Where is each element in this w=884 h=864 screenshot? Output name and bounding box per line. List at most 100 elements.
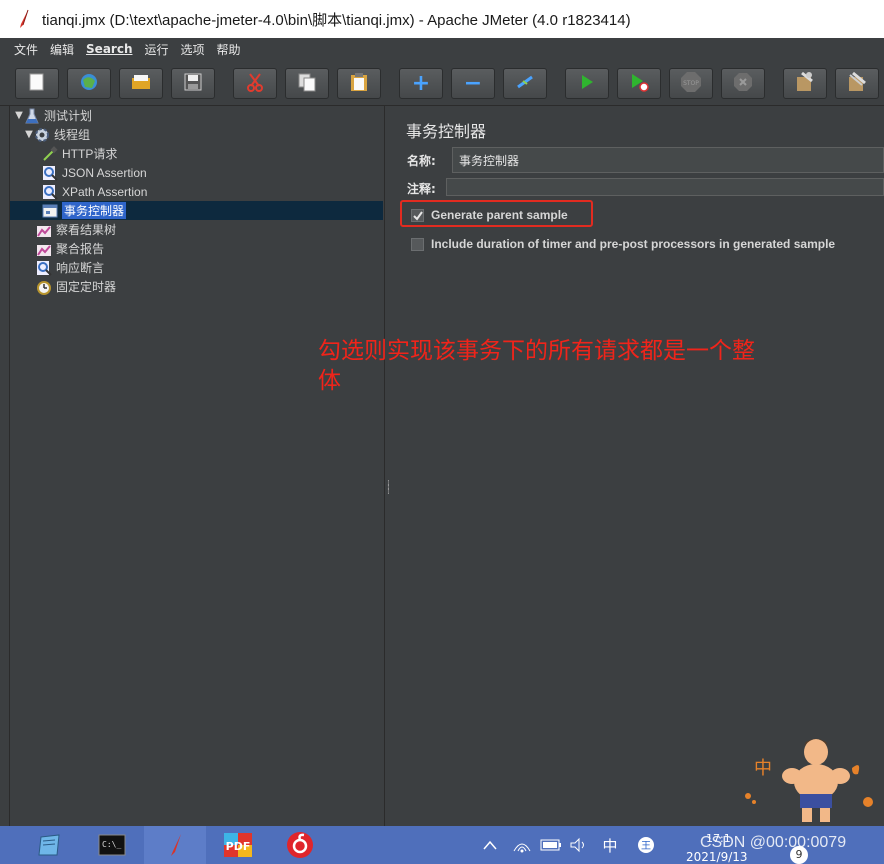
name-field-value: 事务控制器	[459, 153, 520, 168]
paste-icon	[350, 72, 368, 96]
svg-text:C:\_: C:\_	[102, 840, 121, 849]
paste-button[interactable]	[337, 68, 381, 99]
splitter-grip-icon[interactable]: ⁞ ⁞ ⁞	[387, 480, 390, 497]
menu-options[interactable]: 选项	[181, 41, 205, 58]
listener-icon	[36, 222, 52, 238]
window-title: tianqi.jmx (D:\text\apache-jmeter-4.0\bi…	[42, 11, 631, 29]
tree-item-constant-timer[interactable]: 固定定时器	[36, 277, 116, 296]
copy-button[interactable]	[285, 68, 329, 99]
expand-icon: +	[411, 70, 431, 96]
toolbar: + − STOP	[0, 60, 884, 106]
annotation-text: 勾选则实现该事务下的所有请求都是一个整体	[318, 338, 755, 394]
start-no-pause-icon	[629, 72, 649, 96]
stop-icon: STOP	[680, 71, 702, 97]
notification-badge[interactable]: 9	[790, 846, 808, 864]
timer-icon	[36, 279, 52, 295]
feather-icon	[18, 9, 32, 29]
save-icon	[184, 73, 202, 95]
gear-icon	[34, 127, 50, 143]
wifi-icon[interactable]	[510, 831, 534, 859]
expand-button[interactable]: +	[399, 68, 443, 99]
tree-item-thread-group[interactable]: ▼ 线程组	[24, 125, 90, 144]
clear-button[interactable]	[783, 68, 827, 99]
menu-run[interactable]: 运行	[144, 41, 168, 58]
menu-file[interactable]: 文件	[14, 41, 38, 58]
tree-item-results-tree[interactable]: 察看结果树	[36, 220, 116, 239]
menu-help[interactable]: 帮助	[217, 41, 241, 58]
input-method-icon[interactable]: 王	[634, 831, 658, 859]
stop-button[interactable]: STOP	[669, 68, 713, 99]
cut-button[interactable]	[233, 68, 277, 99]
netease-music-taskbar-icon[interactable]	[284, 831, 316, 859]
highlight-box	[400, 200, 593, 227]
tree-item-test-plan[interactable]: ▼ 测试计划	[14, 106, 92, 125]
save-button[interactable]	[171, 68, 215, 99]
comment-field[interactable]	[446, 178, 884, 196]
left-edge-strip	[0, 106, 10, 826]
panel-splitter[interactable]: ⁞ ⁞ ⁞	[385, 106, 395, 826]
shutdown-button[interactable]	[721, 68, 765, 99]
notepad-taskbar-icon[interactable]	[34, 831, 66, 859]
title-bar: tianqi.jmx (D:\text\apache-jmeter-4.0\bi…	[0, 0, 884, 38]
ime-indicator[interactable]: 中	[598, 831, 622, 859]
test-plan-tree: ▼ 测试计划 ▼ 线程组 HTTP请求 JSON Assertion XPath…	[10, 106, 385, 826]
comment-label: 注释:	[407, 182, 436, 196]
svg-text:STOP: STOP	[683, 80, 699, 87]
panel-title: 事务控制器	[406, 122, 487, 141]
start-icon	[579, 73, 595, 95]
magnifier-icon	[42, 184, 58, 200]
checkbox-unchecked-icon[interactable]	[411, 237, 424, 251]
include-duration-option[interactable]: Include duration of timer and pre-post p…	[411, 237, 835, 251]
start-no-pause-button[interactable]	[617, 68, 661, 99]
watermark: CSDN @00:00:0079	[700, 834, 847, 851]
clear-all-button[interactable]	[835, 68, 879, 99]
volume-icon[interactable]	[566, 831, 592, 859]
tree-item-aggregate-report[interactable]: 聚合报告	[36, 239, 104, 258]
magnifier-icon	[36, 260, 52, 276]
tree-item-transaction-controller[interactable]: 事务控制器	[10, 201, 383, 220]
menu-search[interactable]: Search	[86, 42, 132, 56]
new-icon	[28, 73, 46, 95]
taskbar-edge	[0, 831, 10, 859]
expand-arrow-icon[interactable]: ▼	[24, 129, 34, 140]
cut-icon	[245, 72, 265, 96]
mascot-ime-label: 中	[754, 758, 772, 779]
jmeter-taskbar-icon[interactable]	[160, 831, 192, 859]
templates-button[interactable]	[67, 68, 111, 99]
clock-date: 2021/9/13	[686, 850, 748, 864]
test-plan-icon	[24, 108, 40, 124]
collapse-button[interactable]: −	[451, 68, 495, 99]
new-button[interactable]	[15, 68, 59, 99]
clear-icon	[794, 71, 816, 97]
toggle-icon	[515, 72, 535, 96]
copy-icon	[297, 72, 317, 96]
tree-item-http-request[interactable]: HTTP请求	[42, 144, 117, 163]
templates-icon	[79, 72, 99, 96]
tree-item-response-assertion[interactable]: 响应断言	[36, 258, 104, 277]
svg-text:王: 王	[641, 841, 651, 852]
name-label: 名称:	[407, 154, 436, 168]
pdf-taskbar-label: PDF	[226, 840, 251, 853]
terminal-taskbar-icon[interactable]: C:\_	[96, 831, 128, 859]
start-button[interactable]	[565, 68, 609, 99]
clear-all-icon	[846, 71, 868, 97]
collapse-icon: −	[463, 70, 483, 96]
pdf-taskbar-icon[interactable]: PDF	[222, 831, 254, 859]
shutdown-icon	[733, 72, 753, 96]
menu-bar: 文件 编辑 Search 运行 选项 帮助	[0, 38, 884, 60]
tree-item-json-assertion[interactable]: JSON Assertion	[42, 163, 147, 182]
open-icon	[131, 73, 151, 95]
tree-item-xpath-assertion[interactable]: XPath Assertion	[42, 182, 147, 201]
chevron-up-icon[interactable]	[478, 831, 502, 859]
battery-icon[interactable]	[538, 831, 564, 859]
toggle-button[interactable]	[503, 68, 547, 99]
mascot-sticker-icon: 中	[740, 730, 884, 826]
expand-arrow-icon[interactable]: ▼	[14, 110, 24, 121]
menu-edit[interactable]: 编辑	[50, 41, 74, 58]
magnifier-icon	[42, 165, 58, 181]
name-field[interactable]: 事务控制器	[452, 147, 884, 173]
controller-icon	[42, 203, 58, 219]
listener-icon	[36, 241, 52, 257]
open-button[interactable]	[119, 68, 163, 99]
pipette-icon	[42, 145, 58, 162]
